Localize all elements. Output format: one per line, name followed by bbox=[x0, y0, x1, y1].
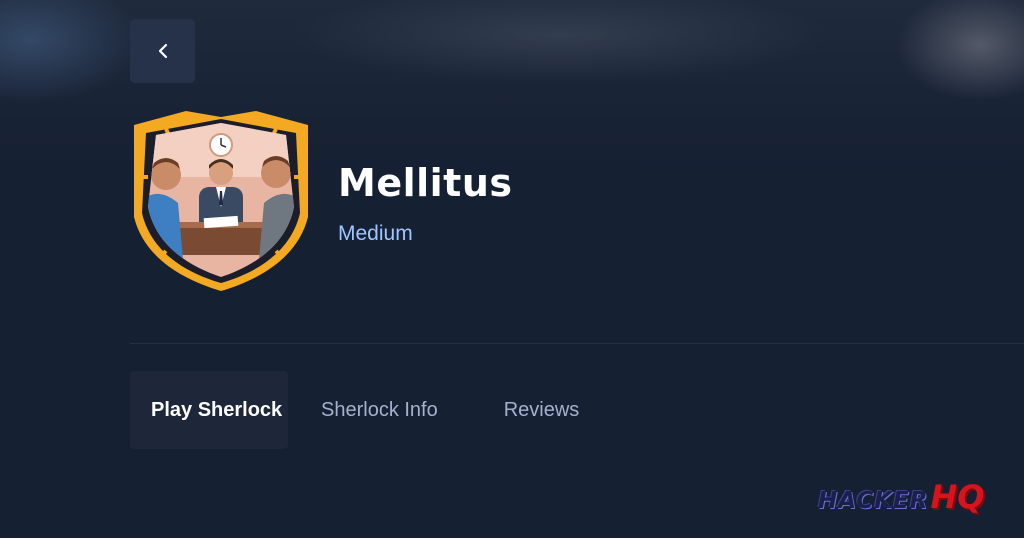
tab-play-sherlock[interactable]: Play Sherlock bbox=[130, 371, 288, 449]
divider bbox=[130, 343, 1024, 344]
page: Mellitus Medium Play Sherlock Sherlock I… bbox=[0, 0, 1024, 538]
watermark-part1: HACKER bbox=[818, 488, 929, 514]
tab-bar: Play Sherlock Sherlock Info Reviews bbox=[130, 371, 600, 449]
tab-reviews[interactable]: Reviews bbox=[483, 371, 601, 449]
tab-sherlock-info[interactable]: Sherlock Info bbox=[300, 371, 459, 449]
back-button[interactable] bbox=[130, 19, 195, 83]
watermark-part2: HQ bbox=[930, 478, 985, 516]
shield-badge-meeting-icon bbox=[134, 111, 308, 291]
hackerhq-watermark-logo: HACKER HQ bbox=[818, 478, 984, 516]
machine-name: Mellitus bbox=[338, 161, 513, 205]
difficulty-label: Medium bbox=[338, 222, 413, 245]
chevron-left-icon bbox=[158, 43, 167, 59]
title-block: Mellitus Medium bbox=[338, 160, 513, 246]
